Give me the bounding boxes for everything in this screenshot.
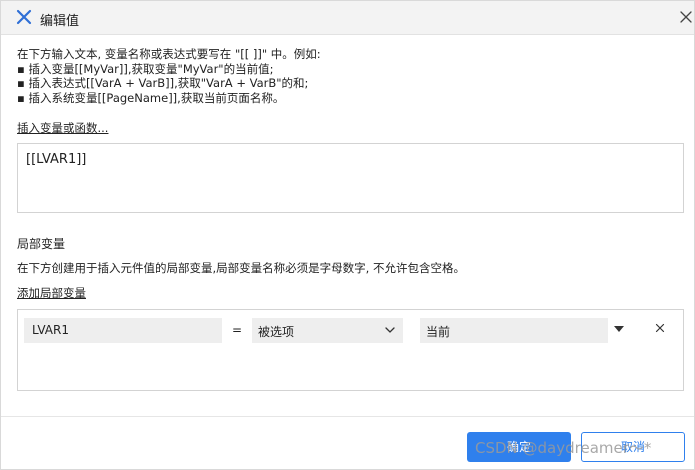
instruction-line: ▪ 插入表达式[[VarA + VarB]],获取"VarA + VarB"的和… [17, 76, 309, 90]
local-variables-list: LVAR1 = 被选项 当前 [17, 309, 684, 391]
insert-variable-link[interactable]: 插入变量或函数... [17, 120, 108, 136]
close-icon[interactable] [677, 8, 695, 26]
expression-textarea[interactable]: [[LVAR1]] [17, 143, 684, 213]
chevron-down-icon [385, 327, 395, 333]
target-widget-value: 当前 [426, 325, 451, 339]
ok-button[interactable]: 确定 [467, 432, 571, 462]
target-widget-select[interactable]: 当前 [420, 318, 608, 343]
instruction-line: 在下方输入文本, 变量名称或表达式要写在 "[[ ]]" 中。例如: [17, 47, 321, 61]
instructions: 在下方输入文本, 变量名称或表达式要写在 "[[ ]]" 中。例如: ▪ 插入变… [17, 47, 321, 105]
remove-variable-icon[interactable] [655, 323, 665, 333]
variable-type-select[interactable]: 被选项 [252, 318, 403, 343]
axure-x-icon [16, 9, 32, 25]
add-local-variable-link[interactable]: 添加局部变量 [17, 285, 86, 301]
instruction-line: ▪ 插入系统变量[[PageName]],获取当前页面名称。 [17, 90, 285, 105]
caret-down-icon[interactable] [614, 326, 624, 332]
cancel-button[interactable]: 取消 [581, 432, 685, 462]
edit-value-dialog: 编辑值 在下方输入文本, 变量名称或表达式要写在 "[[ ]]" 中。例如: ▪… [0, 0, 695, 470]
title-bar: 编辑值 [1, 1, 694, 35]
local-variables-description: 在下方创建用于插入元件值的局部变量,局部变量名称必须是字母数字, 不允许包含空格… [17, 261, 465, 275]
variable-name-input[interactable]: LVAR1 [24, 318, 222, 343]
equals-sign: = [232, 323, 243, 337]
footer-divider [1, 416, 694, 417]
local-variables-heading: 局部变量 [17, 237, 66, 251]
instruction-line: ▪ 插入变量[[MyVar]],获取变量"MyVar"的当前值; [17, 61, 274, 76]
variable-type-value: 被选项 [258, 325, 295, 339]
dialog-title: 编辑值 [40, 14, 80, 29]
